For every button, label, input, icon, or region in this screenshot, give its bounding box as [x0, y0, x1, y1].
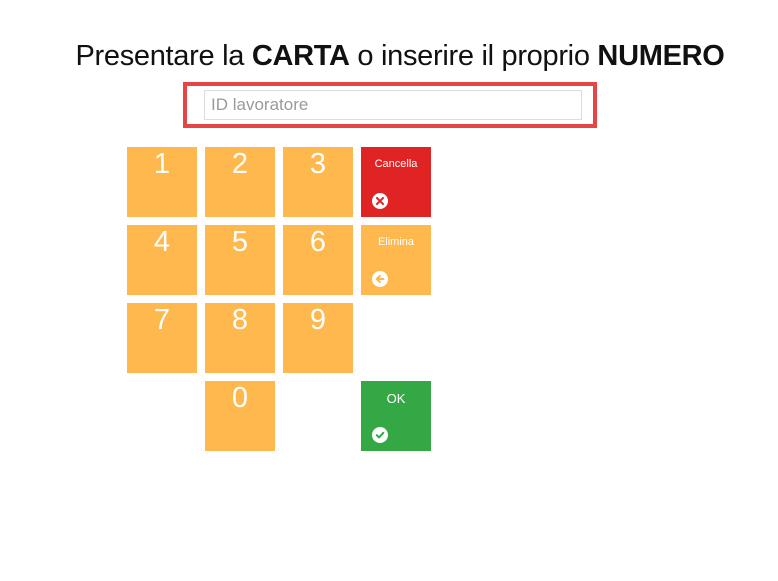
key-9[interactable]: 9 — [283, 303, 353, 373]
key-4-label: 4 — [153, 226, 171, 258]
arrow-left-circle-icon — [372, 271, 388, 287]
ok-label: OK — [386, 391, 406, 406]
key-1[interactable]: 1 — [127, 147, 197, 217]
key-7-label: 7 — [153, 304, 171, 336]
key-6[interactable]: 6 — [283, 225, 353, 295]
key-0[interactable]: 0 — [205, 381, 275, 451]
key-7[interactable]: 7 — [127, 303, 197, 373]
page-title: Presentare la CARTA o inserire il propri… — [0, 40, 778, 73]
key-0-label: 0 — [231, 382, 249, 414]
delete-button[interactable]: Elimina — [361, 225, 431, 295]
key-5[interactable]: 5 — [205, 225, 275, 295]
ok-button[interactable]: OK — [361, 381, 431, 451]
key-2-label: 2 — [231, 148, 249, 180]
title-bold-card: CARTA — [251, 40, 350, 72]
cancel-button[interactable]: Cancella — [361, 147, 431, 217]
delete-label: Elimina — [377, 236, 415, 248]
key-6-label: 6 — [309, 226, 327, 258]
key-3[interactable]: 3 — [283, 147, 353, 217]
check-circle-icon — [372, 427, 388, 443]
worker-id-input[interactable] — [204, 90, 582, 120]
key-2[interactable]: 2 — [205, 147, 275, 217]
cancel-label: Cancella — [374, 158, 418, 170]
title-text-2: o inserire il proprio — [349, 40, 598, 72]
title-bold-number: NUMERO — [597, 40, 725, 72]
id-input-highlight — [183, 82, 597, 128]
key-3-label: 3 — [309, 148, 327, 180]
key-4[interactable]: 4 — [127, 225, 197, 295]
key-8-label: 8 — [231, 304, 249, 336]
key-5-label: 5 — [231, 226, 249, 258]
key-8[interactable]: 8 — [205, 303, 275, 373]
times-circle-icon — [372, 193, 388, 209]
key-1-label: 1 — [153, 148, 171, 180]
key-9-label: 9 — [309, 304, 327, 336]
title-text-1: Presentare la — [75, 40, 252, 72]
